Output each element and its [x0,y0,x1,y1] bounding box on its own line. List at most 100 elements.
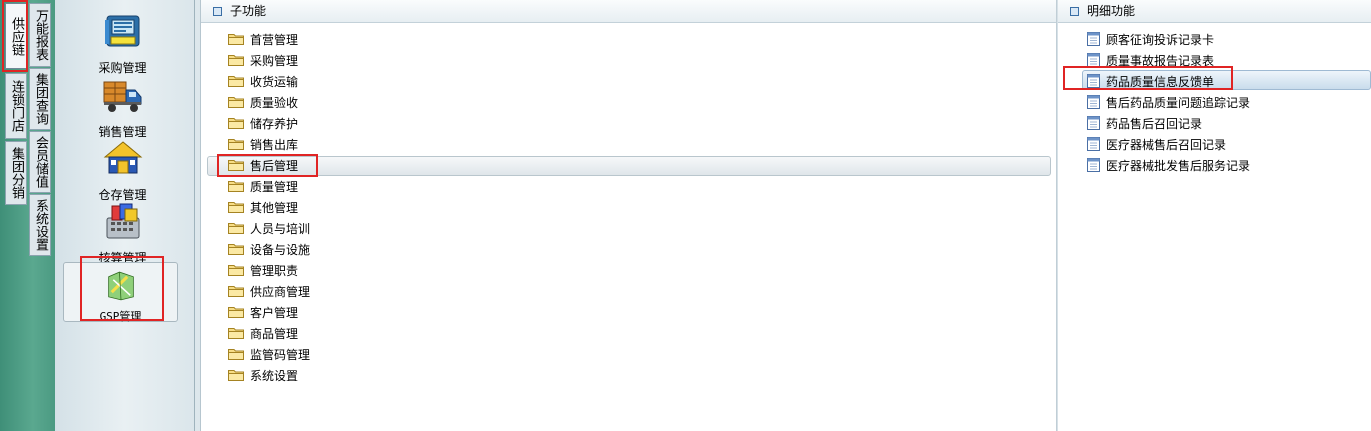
document-icon [1087,74,1100,88]
sub-function-item[interactable]: 质量管理 [228,176,298,196]
detail-function-item[interactable]: 药品售后召回记录 [1087,113,1202,133]
panel-vertical-separator [1056,0,1058,431]
folder-icon [228,33,244,45]
folder-icon [228,327,244,339]
sub-function-label: 其他管理 [250,200,299,215]
sub-function-item[interactable]: 其他管理 [228,197,298,217]
panel-square-icon [1070,6,1079,16]
tab-supply-chain-label: 供应链 [9,16,24,56]
gsp-map-icon [107,271,134,301]
sub-function-item[interactable]: 管理职责 [228,260,298,280]
sub-function-label: 收货运输 [250,74,299,89]
warehouse-house-icon [103,141,142,174]
sub-function-label: 采购管理 [250,53,299,68]
tab-group-query[interactable]: 集团查询 [29,68,51,130]
sub-selected-bar [207,156,1051,176]
sub-function-label: 储存养护 [250,116,299,131]
sub-function-item[interactable]: 收货运输 [228,71,298,91]
folder-icon [228,264,244,276]
tab-chain-stores[interactable]: 连锁门店 [5,73,27,139]
sub-function-item[interactable]: 商品管理 [228,323,298,343]
tab-system-settings-label: 系统设置 [33,199,48,251]
panel-square-icon [213,6,222,16]
detail-function-item[interactable]: 售后药品质量问题追踪记录 [1087,92,1250,112]
sub-function-item[interactable]: 采购管理 [228,50,298,70]
folder-icon [228,348,244,360]
folder-icon [228,285,244,297]
sub-function-label: 设备与设施 [250,242,311,257]
sub-function-item[interactable]: 首营管理 [228,29,298,49]
detail-function-item[interactable]: 顾客征询投诉记录卡 [1087,29,1214,49]
module-accounting[interactable]: 核算管理 [55,200,190,266]
sub-function-item[interactable]: 客户管理 [228,302,298,322]
purchase-register-icon [104,15,139,47]
folder-icon [228,222,244,234]
module-gsp[interactable]: GSP管理 [63,262,178,323]
sub-panel-header: 子功能 [201,0,1056,23]
document-icon [1087,32,1100,46]
sub-function-label: 系统设置 [250,368,299,383]
detail-panel-header: 明细功能 [1058,0,1371,23]
document-icon [1087,137,1100,151]
detail-function-label: 质量事故报告记录表 [1106,53,1215,68]
sub-function-label: 质量管理 [250,179,299,194]
detail-function-item[interactable]: 医疗器械售后召回记录 [1087,134,1226,154]
delivery-truck-icon [103,81,141,112]
sub-function-item[interactable]: 设备与设施 [228,239,310,259]
sub-function-item[interactable]: 质量验收 [228,92,298,112]
detail-function-label: 医疗器械售后召回记录 [1106,137,1227,152]
sub-panel-title: 子功能 [230,3,267,18]
folder-icon [228,117,244,129]
document-icon [1087,158,1100,172]
sub-function-label: 供应商管理 [250,284,311,299]
module-warehouse[interactable]: 仓存管理 [55,137,190,203]
tab-chain-stores-label: 连锁门店 [9,80,24,132]
detail-function-label: 医疗器械批发售后服务记录 [1106,158,1251,173]
tab-member-stored-value-label: 会员储值 [33,136,48,188]
detail-function-item[interactable]: 药品质量信息反馈单 [1087,71,1214,91]
tab-system-settings[interactable]: 系统设置 [29,194,51,256]
module-gsp-label: GSP管理 [99,310,142,323]
module-panel: 采购管理 销售管理 仓存管理 核算管理 GSP管理 [55,0,195,431]
sub-function-item[interactable]: 储存养护 [228,113,298,133]
sub-function-label: 首营管理 [250,32,299,47]
tab-universal-report[interactable]: 万能报表 [29,3,51,67]
tab-group-distribution[interactable]: 集团分销 [5,141,27,205]
detail-function-label: 药品售后召回记录 [1106,116,1203,131]
folder-icon [228,201,244,213]
folder-icon [228,369,244,381]
folder-icon [228,306,244,318]
folder-icon [228,75,244,87]
folder-icon [228,54,244,66]
detail-function-label: 售后药品质量问题追踪记录 [1106,95,1251,110]
folder-icon [228,159,244,171]
detail-function-label: 顾客征询投诉记录卡 [1106,32,1215,47]
sub-function-item[interactable]: 销售出库 [228,134,298,154]
sub-function-label: 商品管理 [250,326,299,341]
tab-group-distribution-label: 集团分销 [9,147,24,199]
detail-panel-title: 明细功能 [1087,3,1136,18]
document-icon [1087,116,1100,130]
document-icon [1087,53,1100,67]
sub-function-label: 管理职责 [250,263,299,278]
folder-icon [228,138,244,150]
module-purchase[interactable]: 采购管理 [55,10,190,76]
panel-divider [195,0,201,431]
sub-function-label: 监管码管理 [250,347,311,362]
sub-function-item[interactable]: 售后管理 [228,155,298,175]
sub-function-item[interactable]: 人员与培训 [228,218,310,238]
sub-function-label: 客户管理 [250,305,299,320]
tab-supply-chain[interactable]: 供应链 [5,3,27,69]
tab-universal-report-label: 万能报表 [33,9,48,61]
document-icon [1087,95,1100,109]
sub-function-item[interactable]: 系统设置 [228,365,298,385]
sub-function-item[interactable]: 供应商管理 [228,281,310,301]
tab-member-stored-value[interactable]: 会员储值 [29,131,51,193]
detail-function-item[interactable]: 医疗器械批发售后服务记录 [1087,155,1250,175]
sub-function-label: 质量验收 [250,95,299,110]
sub-function-item[interactable]: 监管码管理 [228,344,310,364]
sub-function-label: 售后管理 [250,158,299,173]
detail-function-item[interactable]: 质量事故报告记录表 [1087,50,1214,70]
tab-group-query-label: 集团查询 [33,73,48,125]
module-sales[interactable]: 销售管理 [55,74,190,140]
